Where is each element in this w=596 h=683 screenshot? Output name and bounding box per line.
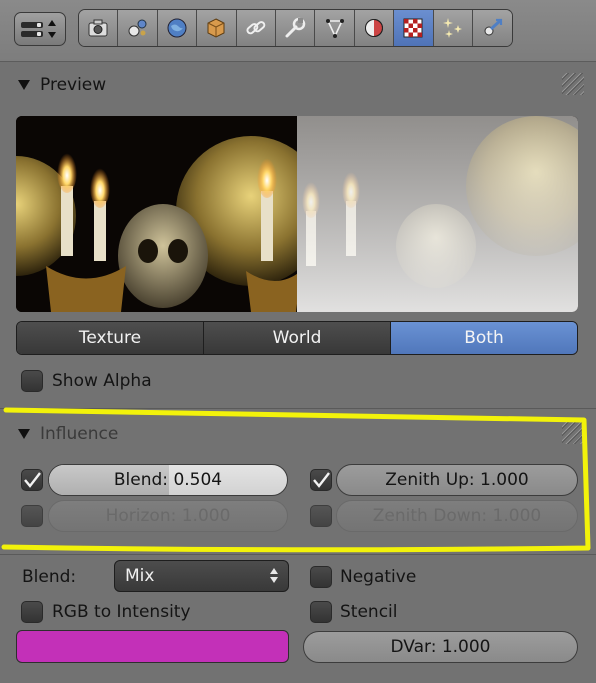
- panel-divider: [0, 408, 596, 409]
- modifiers-icon: [285, 17, 306, 38]
- blend-mode-value: Mix: [125, 566, 155, 586]
- negative-checkbox[interactable]: [310, 566, 332, 588]
- chevron-updown-icon: [270, 568, 278, 583]
- properties-editor-icon: [21, 21, 43, 37]
- texture-preview-image: [16, 116, 578, 312]
- influence-panel-header[interactable]: Influence: [0, 416, 596, 452]
- object-icon: [207, 18, 225, 38]
- editor-type-selector[interactable]: [14, 12, 66, 46]
- blend-mode-label: Blend:: [22, 567, 77, 587]
- preview-mode-both[interactable]: Both: [391, 322, 577, 354]
- tab-physics[interactable]: [472, 10, 513, 46]
- tab-render[interactable]: [79, 10, 119, 46]
- checkmark-icon: [24, 472, 41, 488]
- blend-influence-slider[interactable]: Blend: 0.504: [48, 464, 288, 496]
- collapse-arrow-icon: [18, 429, 30, 439]
- properties-header: [0, 0, 596, 62]
- dvar-text: DVar: 1.000: [390, 637, 491, 657]
- chevron-updown-icon: [48, 20, 56, 38]
- collapse-arrow-icon: [18, 80, 30, 90]
- tab-material[interactable]: [354, 10, 395, 46]
- blend-influence-checkbox[interactable]: [21, 469, 43, 491]
- world-icon: [167, 18, 187, 38]
- context-tabs: [78, 9, 514, 47]
- blend-slider-text: Blend: 0.504: [113, 470, 223, 490]
- show-alpha-label: Show Alpha: [52, 371, 152, 391]
- material-icon: [364, 19, 383, 37]
- tab-texture[interactable]: [394, 10, 434, 46]
- panel-drag-grip-icon[interactable]: [562, 73, 584, 95]
- tab-object[interactable]: [197, 10, 237, 46]
- panel-divider: [0, 554, 596, 555]
- tab-object-data[interactable]: [315, 10, 355, 46]
- tab-modifiers[interactable]: [275, 10, 316, 46]
- stencil-checkbox[interactable]: [310, 601, 332, 623]
- dvar-field[interactable]: DVar: 1.000: [303, 631, 578, 663]
- texture-icon: [403, 18, 423, 38]
- negative-label: Negative: [340, 567, 417, 587]
- stencil-label: Stencil: [340, 602, 398, 622]
- scene-icon: [128, 19, 147, 37]
- rgb-to-intensity-label: RGB to Intensity: [52, 602, 191, 622]
- influence-panel-title: Influence: [40, 424, 119, 444]
- preview-mode-texture[interactable]: Texture: [17, 322, 204, 354]
- zenith-down-field[interactable]: Zenith Down: 1.000: [336, 500, 578, 532]
- preview-panel-header[interactable]: Preview: [0, 67, 596, 103]
- blend-mode-dropdown[interactable]: Mix: [114, 560, 289, 592]
- preview-mode-selector: Texture World Both: [16, 321, 578, 355]
- panel-drag-grip-icon[interactable]: [562, 422, 584, 444]
- render-icon: [88, 19, 108, 37]
- zenith-up-checkbox[interactable]: [310, 469, 332, 491]
- checkmark-icon: [313, 472, 330, 488]
- zenith-down-checkbox[interactable]: [310, 505, 332, 527]
- zenith-up-field[interactable]: Zenith Up: 1.000: [336, 464, 578, 496]
- tab-constraints[interactable]: [236, 10, 276, 46]
- physics-icon: [484, 18, 502, 36]
- zenith-down-text: Zenith Down: 1.000: [372, 506, 542, 526]
- constraints-icon: [246, 21, 266, 35]
- tab-scene[interactable]: [118, 10, 158, 46]
- horizon-field[interactable]: Horizon: 1.000: [48, 500, 288, 532]
- tab-world[interactable]: [157, 10, 198, 46]
- preview-mode-world[interactable]: World: [204, 322, 391, 354]
- show-alpha-checkbox[interactable]: [21, 370, 43, 392]
- preview-panel-title: Preview: [40, 75, 107, 95]
- zenith-up-text: Zenith Up: 1.000: [385, 470, 529, 490]
- horizon-text: Horizon: 1.000: [105, 506, 231, 526]
- horizon-checkbox[interactable]: [21, 505, 43, 527]
- particles-icon: [442, 18, 462, 38]
- tab-particles[interactable]: [433, 10, 473, 46]
- rgb-to-intensity-checkbox[interactable]: [21, 601, 43, 623]
- object-data-icon: [325, 19, 344, 38]
- color-swatch[interactable]: [16, 630, 289, 663]
